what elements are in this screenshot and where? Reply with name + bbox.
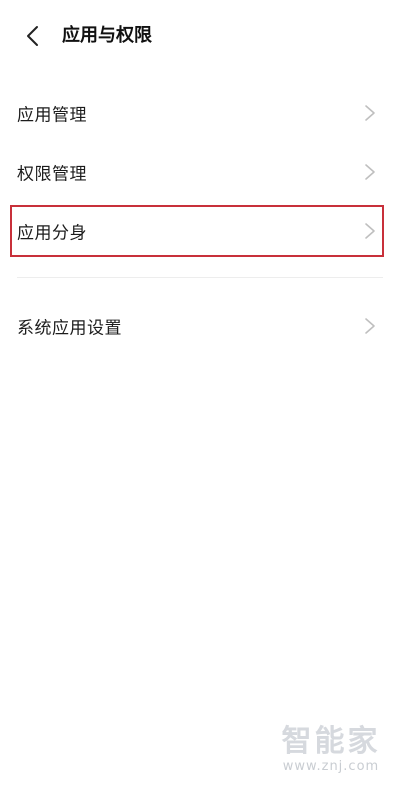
back-button[interactable] [14, 20, 50, 52]
list-item-label: 权限管理 [17, 164, 87, 185]
chevron-right-icon [365, 164, 375, 180]
chevron-right-icon [365, 105, 375, 121]
page-title: 应用与权限 [62, 25, 152, 46]
chevron-left-icon [27, 26, 38, 46]
chevron-right-icon [365, 318, 375, 334]
list-item-label: 系统应用设置 [17, 318, 122, 339]
watermark: 智能家 www.znj.com [276, 724, 386, 775]
list-item-app-clone[interactable]: 应用分身 [0, 202, 400, 260]
header-bar: 应用与权限 [0, 0, 400, 72]
watermark-logo: 智能家 [281, 724, 381, 759]
chevron-right-icon [365, 223, 375, 239]
divider [17, 277, 383, 278]
list-item-app-management[interactable]: 应用管理 [0, 84, 400, 142]
list-item-permission-management[interactable]: 权限管理 [0, 143, 400, 201]
list-item-label: 应用管理 [17, 105, 87, 126]
list-item-label: 应用分身 [17, 223, 87, 244]
list-item-system-app-settings[interactable]: 系统应用设置 [0, 297, 400, 355]
watermark-url: www.znj.com [282, 759, 380, 774]
